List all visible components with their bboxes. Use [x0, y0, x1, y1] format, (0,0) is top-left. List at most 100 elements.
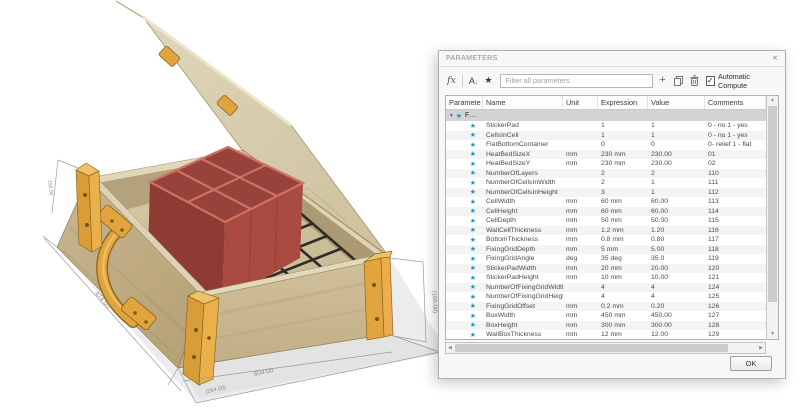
favorite-star-icon[interactable]: ★	[446, 169, 483, 177]
parameter-comments[interactable]: 127	[705, 312, 766, 319]
favorite-star-icon[interactable]: ★	[446, 179, 483, 187]
parameter-expression[interactable]: 20 mm	[598, 265, 648, 272]
col-name[interactable]: Name	[483, 96, 563, 109]
favorite-star-icon[interactable]: ★	[446, 188, 483, 196]
parameter-comments[interactable]: 121	[705, 274, 766, 281]
favorite-star-icon[interactable]: ★	[446, 264, 483, 272]
parameter-expression[interactable]: 60 mm	[598, 208, 648, 215]
parameter-comments[interactable]: 128	[705, 322, 766, 329]
favorite-star-icon[interactable]: ★	[446, 207, 483, 215]
parameter-row[interactable]: ★ FixingGridDepth mm 5 mm 5.00 118	[446, 245, 766, 255]
parameter-expression[interactable]: 230 mm	[598, 160, 648, 167]
parameter-row[interactable]: ★ FlatBottomContainer 0 0 0- relief 1 - …	[446, 140, 766, 150]
favorite-star-icon[interactable]: ★	[446, 321, 483, 329]
parameter-expression[interactable]: 60 mm	[598, 198, 648, 205]
parameter-expression[interactable]: 300 mm	[598, 322, 648, 329]
parameter-expression[interactable]: 5 mm	[598, 246, 648, 253]
parameter-expression[interactable]: 1	[598, 122, 648, 129]
favorite-star-icon[interactable]: ★	[446, 293, 483, 301]
chevron-down-icon[interactable]: ▾	[450, 113, 453, 119]
parameter-comments[interactable]: 110	[705, 170, 766, 177]
favorite-star-icon[interactable]: ★	[446, 160, 483, 168]
parameter-row[interactable]: ★ NumberOfFixingGridHeight 4 4 125	[446, 292, 766, 302]
scroll-up-icon[interactable]: ▲	[770, 96, 775, 105]
col-expression[interactable]: Expression	[598, 96, 648, 109]
favorite-star-icon[interactable]: ★	[446, 255, 483, 263]
parameter-expression[interactable]: 50 mm	[598, 217, 648, 224]
parameter-comments[interactable]: 125	[705, 293, 766, 300]
parameter-expression[interactable]: 4	[598, 284, 648, 291]
parameter-expression[interactable]: 10 mm	[598, 274, 648, 281]
delete-icon[interactable]	[690, 75, 698, 86]
parameter-expression[interactable]: 0.8 mm	[598, 236, 648, 243]
parameter-expression[interactable]: 4	[598, 293, 648, 300]
parameter-row[interactable]: ★ WallCellThickness mm 1.2 mm 1.20 116	[446, 226, 766, 236]
parameter-row[interactable]: ★ FixingGridAngle deg 35 deg 35.0 119	[446, 254, 766, 264]
favorites-group-row[interactable]: ▾ ★ F…	[446, 110, 766, 121]
parameter-expression[interactable]: 35 deg	[598, 255, 648, 262]
parameter-comments[interactable]: 126	[705, 303, 766, 310]
parameter-row[interactable]: ★ BoxWidth mm 450 mm 450.00 127	[446, 311, 766, 321]
horizontal-scroll-thumb[interactable]	[455, 344, 728, 352]
parameter-comments[interactable]: 129	[705, 331, 766, 338]
parameter-expression[interactable]: 230 mm	[598, 151, 648, 158]
parameter-row[interactable]: ★ NumberOfLayers 2 2 110	[446, 169, 766, 179]
parameter-expression[interactable]: 3	[598, 189, 648, 196]
add-parameter-icon[interactable]: +	[659, 75, 665, 86]
parameter-row[interactable]: ★ CellHeight mm 60 mm 60.00 114	[446, 207, 766, 217]
vertical-scrollbar[interactable]: ▲ ▼	[766, 96, 778, 339]
favorite-star-icon[interactable]: ★	[446, 226, 483, 234]
col-value[interactable]: Value	[648, 96, 705, 109]
favorite-star-icon[interactable]: ★	[446, 274, 483, 282]
parameter-comments[interactable]: 118	[705, 246, 766, 253]
parameter-row[interactable]: ★ NumberOfCellsInHeight 3 1 112	[446, 188, 766, 198]
scroll-down-icon[interactable]: ▼	[770, 330, 775, 339]
favorite-star-icon[interactable]: ★	[446, 331, 483, 339]
parameter-comments[interactable]: 115	[705, 217, 766, 224]
parameter-expression[interactable]: 0.2 mm	[598, 303, 648, 310]
parameter-row[interactable]: ★ BottomThickness mm 0.8 mm 0.80 117	[446, 235, 766, 245]
favorite-star-icon[interactable]: ★	[446, 302, 483, 310]
filter-input[interactable]	[500, 74, 653, 88]
automatic-compute-toggle[interactable]: ✓ Automatic Compute	[706, 72, 777, 90]
favorite-star-icon[interactable]: ★	[446, 122, 483, 130]
col-unit[interactable]: Unit	[563, 96, 598, 109]
parameter-comments[interactable]: 113	[705, 198, 766, 205]
parameter-comments[interactable]: 0- relief 1 - flat	[705, 141, 766, 148]
parameter-expression[interactable]: 1.2 mm	[598, 227, 648, 234]
parameter-row[interactable]: ★ CellDepth mm 50 mm 50.00 115	[446, 216, 766, 226]
parameter-comments[interactable]: 116	[705, 227, 766, 234]
parameter-comments[interactable]: 111	[705, 179, 766, 186]
parameter-comments[interactable]: 114	[705, 208, 766, 215]
favorite-star-icon[interactable]: ★	[446, 217, 483, 225]
favorite-star-icon[interactable]: ★	[446, 312, 483, 320]
parameter-comments[interactable]: 124	[705, 284, 766, 291]
parameter-row[interactable]: ★ FixingGridOffset mm 0.2 mm 0.20 126	[446, 302, 766, 312]
parameter-comments[interactable]: 0 - no 1 - yes	[705, 132, 766, 139]
parameter-expression[interactable]: 12 mm	[598, 331, 648, 338]
parameter-expression[interactable]: 450 mm	[598, 312, 648, 319]
dialog-titlebar[interactable]: PARAMETERS ×	[439, 51, 785, 67]
parameter-comments[interactable]: 112	[705, 189, 766, 196]
automatic-compute-checkbox[interactable]: ✓	[706, 76, 715, 86]
favorite-star-icon[interactable]: ★	[446, 150, 483, 158]
vertical-scroll-thumb[interactable]	[768, 106, 777, 302]
favorite-star-icon[interactable]: ★	[446, 131, 483, 139]
col-parameter[interactable]: Paramete	[446, 96, 483, 109]
scroll-left-icon[interactable]: ◀	[446, 345, 454, 351]
favorites-filter-icon[interactable]: ★	[484, 75, 492, 86]
parameter-row[interactable]: ★ BoxHeight mm 300 mm 300.00 128	[446, 321, 766, 331]
parameter-row[interactable]: ★ CellsInCell 1 1 0 - no 1 - yes	[446, 131, 766, 141]
parameter-row[interactable]: ★ WallBoxThickness mm 12 mm 12.00 129	[446, 330, 766, 339]
parameter-comments[interactable]: 02	[705, 160, 766, 167]
copy-icon[interactable]	[673, 75, 683, 86]
parameter-row[interactable]: ★ StickerPadWidth mm 20 mm 20.00 120	[446, 264, 766, 274]
favorite-star-icon[interactable]: ★	[446, 198, 483, 206]
parameter-expression[interactable]: 1	[598, 132, 648, 139]
parameter-expression[interactable]: 0	[598, 141, 648, 148]
ok-button[interactable]: OK	[730, 356, 772, 371]
favorite-star-icon[interactable]: ★	[446, 283, 483, 291]
horizontal-scrollbar[interactable]: ◀ ▶	[445, 342, 766, 354]
parameter-row[interactable]: ★ HeatBedSizeY mm 230 mm 230.00 02	[446, 159, 766, 169]
parameter-comments[interactable]: 120	[705, 265, 766, 272]
